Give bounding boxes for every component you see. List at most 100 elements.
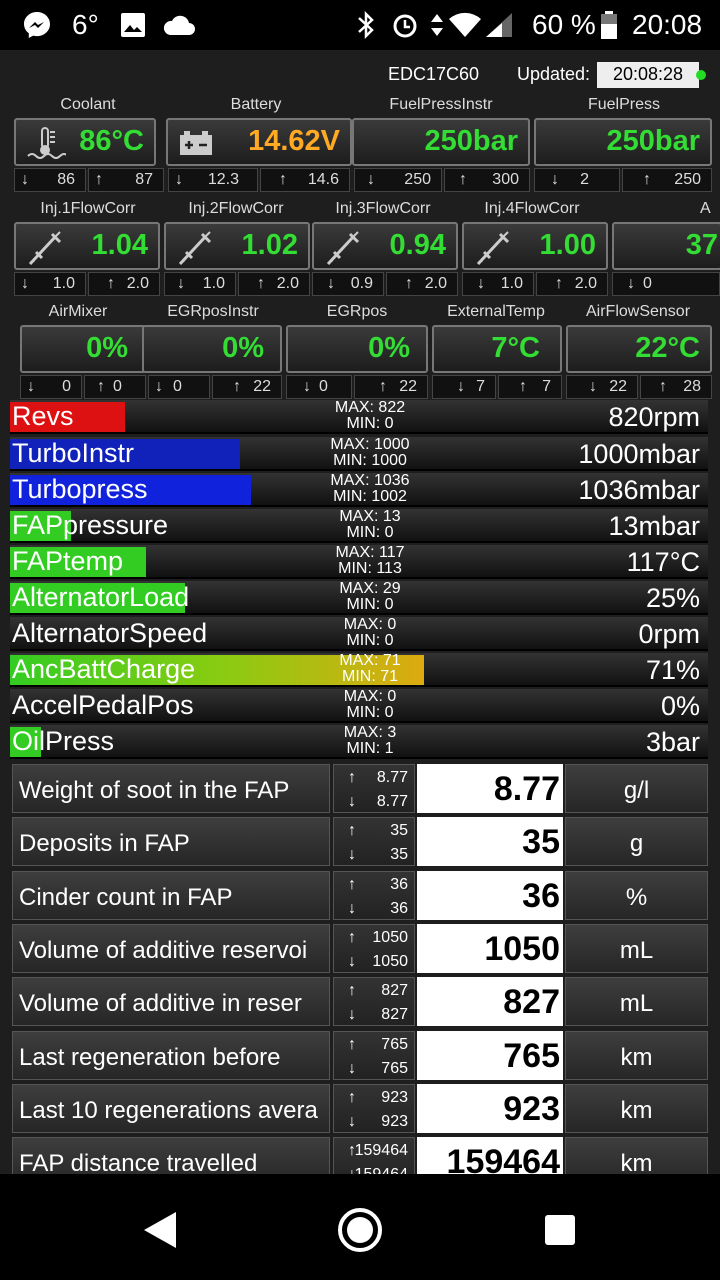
bar-min: MIN: 0	[346, 596, 394, 613]
bar-row[interactable]: OilPress MAX: 3 MIN: 1 3bar	[10, 725, 708, 759]
up-arrow-icon: ↑	[379, 378, 387, 395]
gauge-injector-2[interactable]: 1.02	[164, 222, 310, 270]
gauge-value: 0%	[86, 332, 128, 364]
max-value: 0	[113, 378, 122, 395]
recents-icon[interactable]	[544, 1214, 576, 1251]
down-arrow-icon: ↓	[627, 275, 635, 292]
bar-value: 3bar	[645, 727, 700, 757]
up-arrow-icon: ↑	[555, 275, 563, 292]
row-unit: km	[565, 1137, 708, 1174]
row-value: 35	[417, 817, 563, 867]
gauge-partial[interactable]: 37	[612, 222, 720, 270]
gauge-label: EGRpos	[326, 303, 388, 320]
row-value: 1050	[417, 923, 563, 973]
row-unit: mL	[565, 977, 708, 1027]
gauge-coolant[interactable]: 86°C	[14, 118, 156, 166]
gauge-value: 0%	[222, 332, 264, 364]
bar-name: Revs	[12, 401, 74, 431]
down-arrow-icon: ↓	[551, 171, 559, 188]
coolant-temp-icon	[26, 126, 69, 162]
row-max: 36	[390, 875, 408, 893]
table-row[interactable]: Volume of additive reservoi ↑ ↓ 1050 1050 105…	[12, 923, 708, 976]
gauge-injector-3[interactable]: 0.94	[312, 222, 458, 270]
bar-min-max: MAX: 822 MIN: 0	[310, 400, 430, 432]
row-max: 35	[390, 822, 408, 840]
bar-row[interactable]: FAPtemp MAX: 117 MIN: 113 117°C	[10, 545, 708, 579]
bar-row[interactable]: FAPpressure MAX: 13 MIN: 0 13mbar	[10, 509, 708, 543]
gauge-row-3: AirMixer EGRposInstr EGRpos ExternalTemp…	[10, 303, 720, 401]
max-value: 250	[674, 171, 701, 188]
row-unit: km	[565, 1083, 708, 1133]
image-icon	[120, 0, 146, 50]
row-min-max: ↑ ↓ 923 923	[333, 1083, 415, 1133]
gauge-fuel-press-instr[interactable]: 250bar	[352, 118, 530, 166]
bar-value: 117°C	[626, 547, 700, 577]
home-icon[interactable]	[336, 1206, 384, 1259]
min-value: 0	[173, 378, 182, 395]
back-icon[interactable]	[142, 1210, 178, 1255]
ecu-name: EDC17C60	[388, 64, 480, 84]
gauge-max: ↑ 14.6	[260, 168, 350, 192]
connection-status-icon	[696, 70, 706, 80]
bar-row[interactable]: AlternatorSpeed MAX: 0 MIN: 0 0rpm	[10, 617, 708, 651]
gauge-row-1: Coolant Battery FuelPressInstr FuelPress…	[10, 96, 720, 194]
bar-value: 820rpm	[608, 402, 700, 432]
bar-row[interactable]: AncBattCharge MAX: 71 MIN: 71 71%	[10, 653, 708, 687]
gauge-egr-pos-instr[interactable]: 0%	[142, 325, 282, 373]
gauge-max: ↑ 250	[622, 168, 712, 192]
down-arrow-icon: ↓	[589, 378, 597, 395]
row-label: Volume of additive in reser	[12, 977, 330, 1027]
table-row[interactable]: Last regeneration before ↑ ↓ 765 765 765 km	[12, 1030, 708, 1083]
down-arrow-icon: ↓	[303, 378, 311, 395]
gauge-label: Inj.2FlowCorr	[188, 200, 284, 217]
table-row[interactable]: Cinder count in FAP ↑ ↓ 36 36 36%	[12, 870, 708, 923]
bar-row[interactable]: AccelPedalPos MAX: 0 MIN: 0 0%	[10, 689, 708, 723]
min-value: 12.3	[207, 171, 239, 188]
signal-icon	[484, 0, 514, 50]
row-max: 923	[381, 1088, 408, 1106]
down-arrow-icon: ↓	[348, 1112, 356, 1130]
gauge-air-flow-sensor[interactable]: 22°C	[566, 325, 712, 373]
min-value: 0	[62, 378, 71, 395]
up-arrow-icon: ↑	[348, 769, 356, 786]
bar-name: AlternatorSpeed	[12, 618, 208, 648]
gauge-fuel-press[interactable]: 250bar	[534, 118, 712, 166]
bar-min-max: MAX: 1000 MIN: 1000	[310, 437, 430, 469]
table-row[interactable]: Volume of additive in reser ↑ ↓ 827 827 827 mL	[12, 977, 708, 1029]
row-unit: mL	[565, 923, 708, 973]
table-row[interactable]: Weight of soot in the FAP ↑ ↓ 8.77 8.77 8.77 g…	[12, 764, 708, 816]
row-min-max: ↑ ↓ 8.77 8.77	[333, 764, 415, 813]
bar-row[interactable]: TurboInstr MAX: 1000 MIN: 1000 1000mbar	[10, 437, 708, 471]
gauge-air-mixer[interactable]: 0%	[20, 325, 146, 373]
row-min-max: ↑ ↓ 35 35	[333, 817, 415, 867]
bar-value: 25%	[645, 583, 700, 613]
gauge-injector-4[interactable]: 1.00	[462, 222, 608, 270]
gauge-injector-1[interactable]: 1.04	[14, 222, 160, 270]
gauge-egr-pos[interactable]: 0%	[286, 325, 428, 373]
max-value: 14.6	[307, 171, 339, 188]
max-value: 2.0	[126, 275, 149, 292]
max-value: 2.0	[574, 275, 597, 292]
gauge-max: ↑ 28	[640, 375, 712, 399]
gauge-label: Coolant	[60, 96, 116, 113]
table-row[interactable]: FAP distance travelled↑↓1594641594641594…	[12, 1137, 708, 1174]
up-arrow-icon: ↑	[459, 171, 467, 188]
min-value: 1.0	[52, 275, 75, 292]
gauge-external-temp[interactable]: 7°C	[432, 325, 562, 373]
gauge-max: ↑ 2.0	[88, 272, 160, 296]
bar-row[interactable]: Revs MAX: 822 MIN: 0 820rpm	[10, 400, 708, 434]
table-row[interactable]: Last 10 regenerations avera ↑ ↓ 923 923 923 km	[12, 1083, 708, 1136]
down-arrow-icon: ↓	[367, 171, 375, 188]
bar-row[interactable]: Turbopress MAX: 1036 MIN: 1002 1036mbar	[10, 473, 708, 507]
down-arrow-icon: ↓	[348, 793, 356, 810]
min-value: 1.0	[202, 275, 225, 292]
min-value: 2	[580, 171, 589, 188]
table-row[interactable]: Deposits in FAP ↑ ↓ 35 35 35 g	[12, 817, 708, 869]
bar-min-max: MAX: 117 MIN: 113	[310, 545, 430, 577]
bar-row[interactable]: AlternatorLoad MAX: 29 MIN: 0 25%	[10, 581, 708, 615]
down-arrow-icon: ↓	[27, 378, 35, 395]
gauge-battery[interactable]: 14.62V	[166, 118, 352, 166]
min-value: 1.0	[500, 275, 523, 292]
row-max: 765	[381, 1035, 408, 1053]
down-arrow-icon: ↓	[175, 171, 183, 188]
